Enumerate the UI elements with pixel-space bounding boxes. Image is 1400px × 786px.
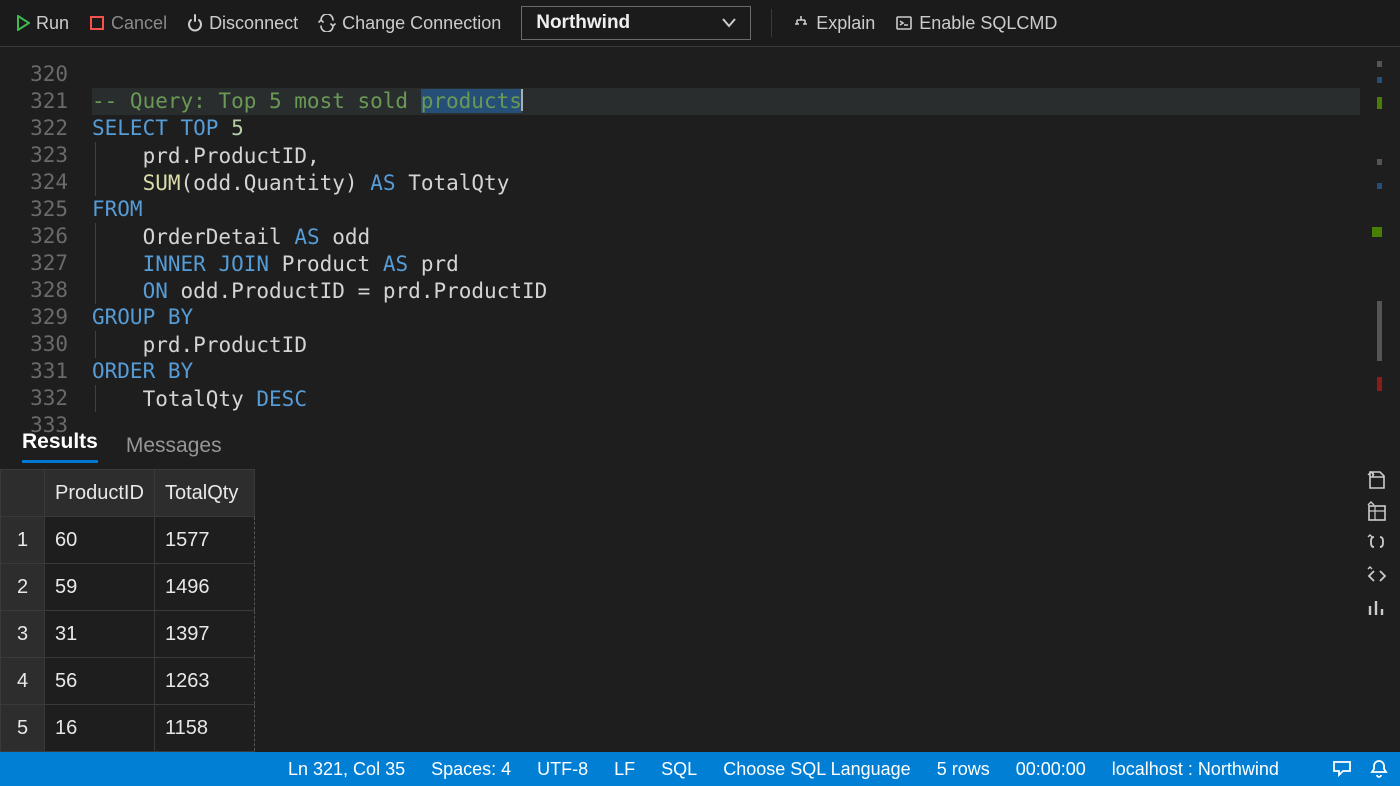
- row-number[interactable]: 2: [1, 564, 45, 611]
- status-language[interactable]: SQL: [661, 759, 697, 780]
- code-line[interactable]: prd.ProductID: [92, 331, 1360, 358]
- status-encoding[interactable]: UTF-8: [537, 759, 588, 780]
- row-number[interactable]: 5: [1, 705, 45, 752]
- sqlcmd-icon: [895, 14, 913, 32]
- row-number[interactable]: 4: [1, 658, 45, 705]
- cell[interactable]: 16: [45, 705, 155, 752]
- stop-icon: [89, 15, 105, 31]
- line-number: 324: [0, 169, 68, 196]
- line-number: 327: [0, 250, 68, 277]
- status-choose-lang[interactable]: Choose SQL Language: [723, 759, 910, 780]
- row-number[interactable]: 3: [1, 611, 45, 658]
- code-line[interactable]: ORDER BY: [92, 358, 1360, 385]
- play-icon: [16, 15, 30, 31]
- results-grid[interactable]: ProductID TotalQty 1601577 2591496 33113…: [0, 469, 255, 752]
- line-number: 333: [0, 412, 68, 439]
- disconnect-button[interactable]: Disconnect: [187, 13, 298, 34]
- cell[interactable]: 56: [45, 658, 155, 705]
- cell[interactable]: 1263: [155, 658, 255, 705]
- database-selector[interactable]: Northwind: [521, 6, 751, 40]
- save-excel-icon[interactable]: [1366, 501, 1388, 523]
- code-line[interactable]: TotalQty DESC: [92, 385, 1360, 412]
- explain-label: Explain: [816, 13, 875, 34]
- status-eol[interactable]: LF: [614, 759, 635, 780]
- code-line[interactable]: prd.ProductID,: [92, 142, 1360, 169]
- save-csv-icon[interactable]: [1366, 469, 1388, 491]
- line-number: 325: [0, 196, 68, 223]
- status-row-count[interactable]: 5 rows: [937, 759, 990, 780]
- sql-editor[interactable]: 3203213223233243253263273283293303313323…: [0, 47, 1400, 423]
- col-header-0[interactable]: ProductID: [45, 470, 155, 517]
- run-button[interactable]: Run: [16, 13, 69, 34]
- line-number: 323: [0, 142, 68, 169]
- code-line[interactable]: FROM: [92, 196, 1360, 223]
- save-json-icon[interactable]: [1366, 533, 1388, 555]
- line-number: 328: [0, 277, 68, 304]
- explain-plan-icon: [792, 14, 810, 32]
- line-number-gutter: 3203213223233243253263273283293303313323…: [0, 47, 92, 423]
- bell-icon[interactable]: [1370, 759, 1388, 779]
- change-connection-icon: [318, 14, 336, 32]
- cell[interactable]: 1496: [155, 564, 255, 611]
- enable-sqlcmd-label: Enable SQLCMD: [919, 13, 1057, 34]
- line-number: 329: [0, 304, 68, 331]
- line-number: 326: [0, 223, 68, 250]
- line-number: 321: [0, 88, 68, 115]
- line-number: 332: [0, 385, 68, 412]
- code-line[interactable]: -- Query: Top 5 most sold products: [92, 88, 1360, 115]
- line-number: 322: [0, 115, 68, 142]
- chart-icon[interactable]: [1366, 597, 1388, 619]
- col-header-1[interactable]: TotalQty: [155, 470, 255, 517]
- code-line[interactable]: GROUP BY: [92, 304, 1360, 331]
- status-ln-col[interactable]: Ln 321, Col 35: [288, 759, 405, 780]
- status-indent[interactable]: Spaces: 4: [431, 759, 511, 780]
- code-line[interactable]: ON odd.ProductID = prd.ProductID: [92, 277, 1360, 304]
- cell[interactable]: 1158: [155, 705, 255, 752]
- line-number: 331: [0, 358, 68, 385]
- cell[interactable]: 60: [45, 517, 155, 564]
- chevron-down-icon: [722, 18, 736, 28]
- row-number[interactable]: 1: [1, 517, 45, 564]
- code-line[interactable]: SUM(odd.Quantity) AS TotalQty: [92, 169, 1360, 196]
- cancel-label: Cancel: [111, 13, 167, 34]
- explain-button[interactable]: Explain: [792, 13, 875, 34]
- status-elapsed[interactable]: 00:00:00: [1016, 759, 1086, 780]
- status-server[interactable]: localhost : Northwind: [1112, 759, 1279, 780]
- database-selected-label: Northwind: [536, 12, 630, 34]
- line-number: 320: [0, 61, 68, 88]
- disconnect-label: Disconnect: [209, 13, 298, 34]
- save-xml-icon[interactable]: [1366, 565, 1388, 587]
- disconnect-icon: [187, 13, 203, 33]
- cell[interactable]: 59: [45, 564, 155, 611]
- code-line[interactable]: OrderDetail AS odd: [92, 223, 1360, 250]
- cell[interactable]: 1397: [155, 611, 255, 658]
- status-bar: Ln 321, Col 35 Spaces: 4 UTF-8 LF SQL Ch…: [0, 752, 1400, 786]
- cell[interactable]: 1577: [155, 517, 255, 564]
- row-header-blank: [1, 470, 45, 517]
- line-number: 330: [0, 331, 68, 358]
- change-connection-button[interactable]: Change Connection: [318, 13, 501, 34]
- code-line[interactable]: INNER JOIN Product AS prd: [92, 250, 1360, 277]
- toolbar-separator: [771, 9, 772, 37]
- cell[interactable]: 31: [45, 611, 155, 658]
- code-area[interactable]: -- Query: Top 5 most sold productsSELECT…: [92, 47, 1360, 423]
- code-line[interactable]: [92, 61, 1360, 88]
- overview-ruler[interactable]: [1360, 47, 1382, 423]
- code-line[interactable]: [92, 412, 1360, 439]
- code-line[interactable]: SELECT TOP 5: [92, 115, 1360, 142]
- run-label: Run: [36, 13, 69, 34]
- cancel-button[interactable]: Cancel: [89, 13, 167, 34]
- change-connection-label: Change Connection: [342, 13, 501, 34]
- enable-sqlcmd-button[interactable]: Enable SQLCMD: [895, 13, 1057, 34]
- feedback-icon[interactable]: [1332, 760, 1352, 778]
